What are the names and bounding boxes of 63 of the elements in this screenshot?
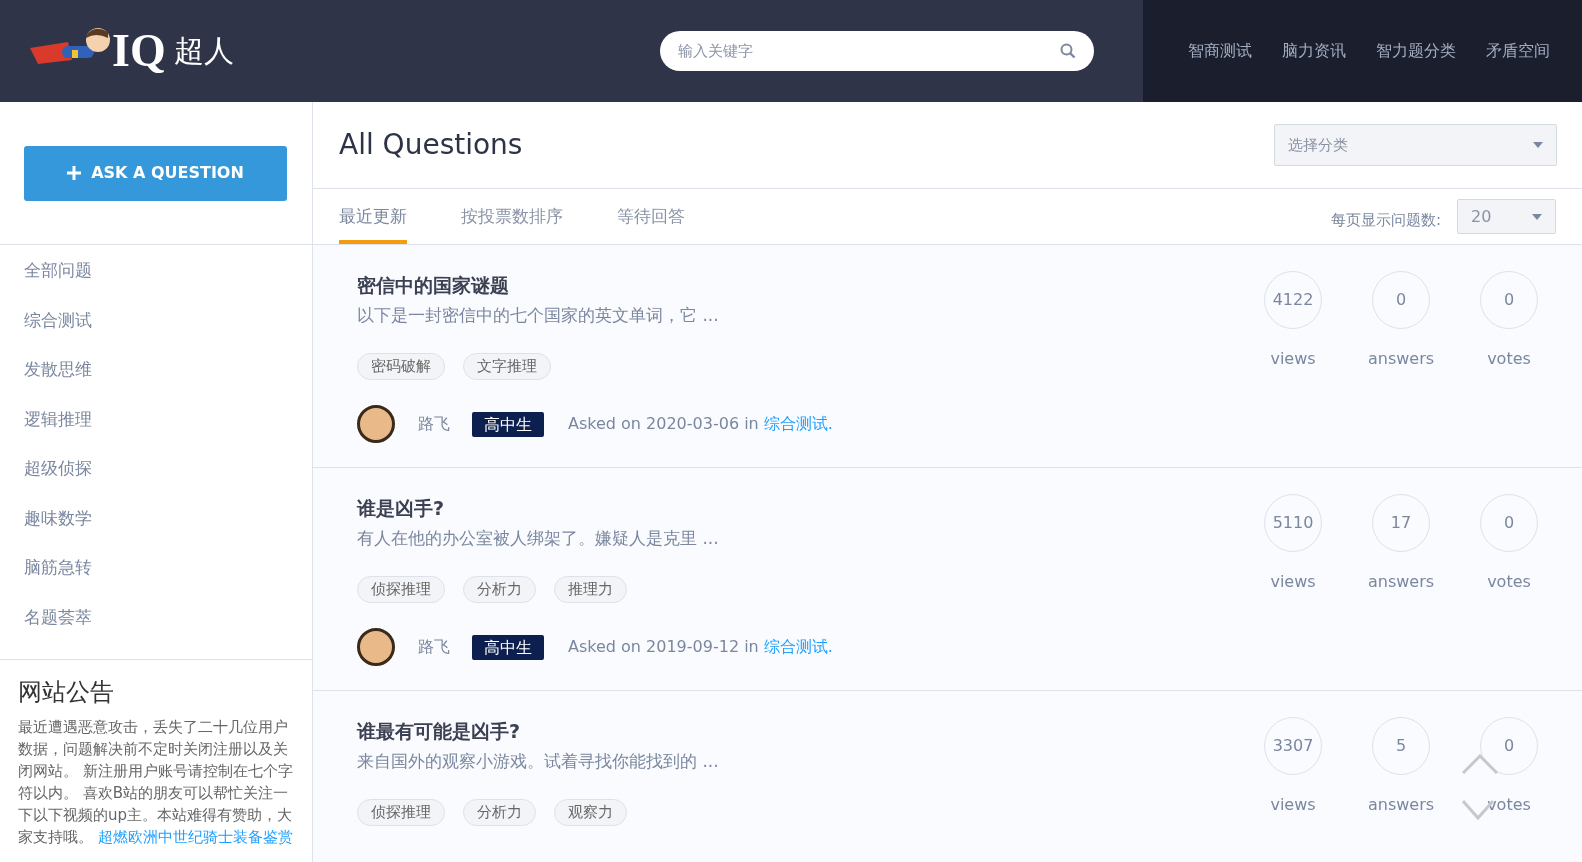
scroll-up-icon[interactable]	[1462, 754, 1498, 774]
count-label: answers	[1367, 348, 1435, 370]
tag[interactable]: 密码破解	[357, 353, 445, 380]
category-link[interactable]: 超级侦探	[0, 455, 312, 505]
category-link[interactable]: 发散思维	[0, 356, 312, 406]
notice-title: 网站公告	[18, 677, 115, 708]
category-link[interactable]: 全部问题	[0, 257, 312, 307]
count-label: votes	[1487, 794, 1531, 816]
category-link[interactable]: 名题荟萃	[0, 603, 312, 653]
count-label: votes	[1487, 571, 1531, 593]
tag[interactable]: 分析力	[463, 576, 536, 603]
per-page-label: 每页显示问题数:	[1330, 210, 1441, 232]
tab[interactable]: 按投票数排序	[461, 189, 563, 244]
category-link[interactable]: 综合测试.	[763, 412, 833, 436]
ask-question-button[interactable]: ASK A QUESTION	[24, 145, 287, 201]
nav-link[interactable]: 智商测试	[1188, 39, 1252, 63]
nav-link[interactable]: 矛盾空间	[1486, 39, 1550, 63]
page-title: All Questions	[339, 127, 523, 163]
dropdown-caret-icon	[1532, 213, 1542, 220]
nav-link[interactable]: 智力题分类	[1376, 39, 1456, 63]
tag[interactable]: 分析力	[463, 799, 536, 826]
author-name[interactable]: 路飞	[418, 635, 450, 659]
nav-link[interactable]: 脑力资讯	[1282, 39, 1346, 63]
count-label: views	[1270, 571, 1316, 593]
tag[interactable]: 侦探推理	[357, 799, 445, 826]
category-link[interactable]: 综合测试.	[763, 635, 833, 659]
notice-link[interactable]: 超燃欧洲中世纪骑士装备鉴赏	[97, 828, 293, 846]
search-field[interactable]: 输入关键字	[660, 31, 1094, 71]
question-title[interactable]: 谁最有可能是凶手?	[357, 717, 1264, 745]
tag[interactable]: 观察力	[554, 799, 627, 826]
question-excerpt: 来自国外的观察小游戏。试着寻找你能找到的 ...	[357, 750, 720, 773]
category-link[interactable]: 逻辑推理	[0, 405, 312, 455]
level-badge: 高中生	[472, 634, 544, 660]
question-title[interactable]: 谁是凶手?	[357, 494, 1264, 522]
avatar-icon	[357, 628, 395, 666]
category-link[interactable]: 综合测试	[0, 306, 312, 356]
count-label: answers	[1367, 571, 1435, 593]
avatar-icon	[357, 405, 395, 443]
tag[interactable]: 推理力	[554, 576, 627, 603]
plus-icon	[67, 166, 82, 180]
level-badge: 高中生	[472, 411, 544, 437]
question-excerpt: 有人在他的办公室被人绑架了。嫌疑人是克里 ...	[357, 527, 720, 550]
logo-text: IQ	[112, 28, 166, 74]
count-label: views	[1270, 794, 1316, 816]
question-title[interactable]: 密信中的国家谜题	[357, 271, 1264, 299]
logo-subtext: 超人	[173, 36, 234, 66]
asked-date: Asked on 2020-03-06 in	[568, 413, 759, 435]
count-label: votes	[1487, 348, 1531, 370]
tag[interactable]: 文字推理	[463, 353, 551, 380]
count-label: answers	[1367, 794, 1435, 816]
search-icon[interactable]	[1060, 43, 1076, 59]
asked-date: Asked on 2019-09-12 in	[568, 636, 759, 658]
count-label: views	[1270, 348, 1316, 370]
tag[interactable]: 侦探推理	[357, 576, 445, 603]
category-link[interactable]: 脑筋急转	[0, 554, 312, 604]
category-link[interactable]: 趣味数学	[0, 504, 312, 554]
dropdown-caret-icon	[1533, 142, 1543, 148]
tab[interactable]: 等待回答	[617, 189, 685, 244]
author-name[interactable]: 路飞	[418, 412, 450, 436]
per-page-select[interactable]: 20	[1457, 199, 1556, 234]
category-select[interactable]: 选择分类	[1274, 124, 1557, 166]
question-excerpt: 以下是一封密信中的七个国家的英文单词，它 ...	[357, 304, 720, 327]
notice-text: 最近遭遇恶意攻击，丢失了二十几位用户数据，问题解决前不定时关闭注册以及关闭网站。 新注册用户账号请控制在七个字符以内。 喜欢B站的朋友可以帮忙关注一下以下视频的up主。本站难得有赞助，大家支持哦。 超燃欧洲中世纪骑士装备鉴赏	[18, 717, 294, 848]
